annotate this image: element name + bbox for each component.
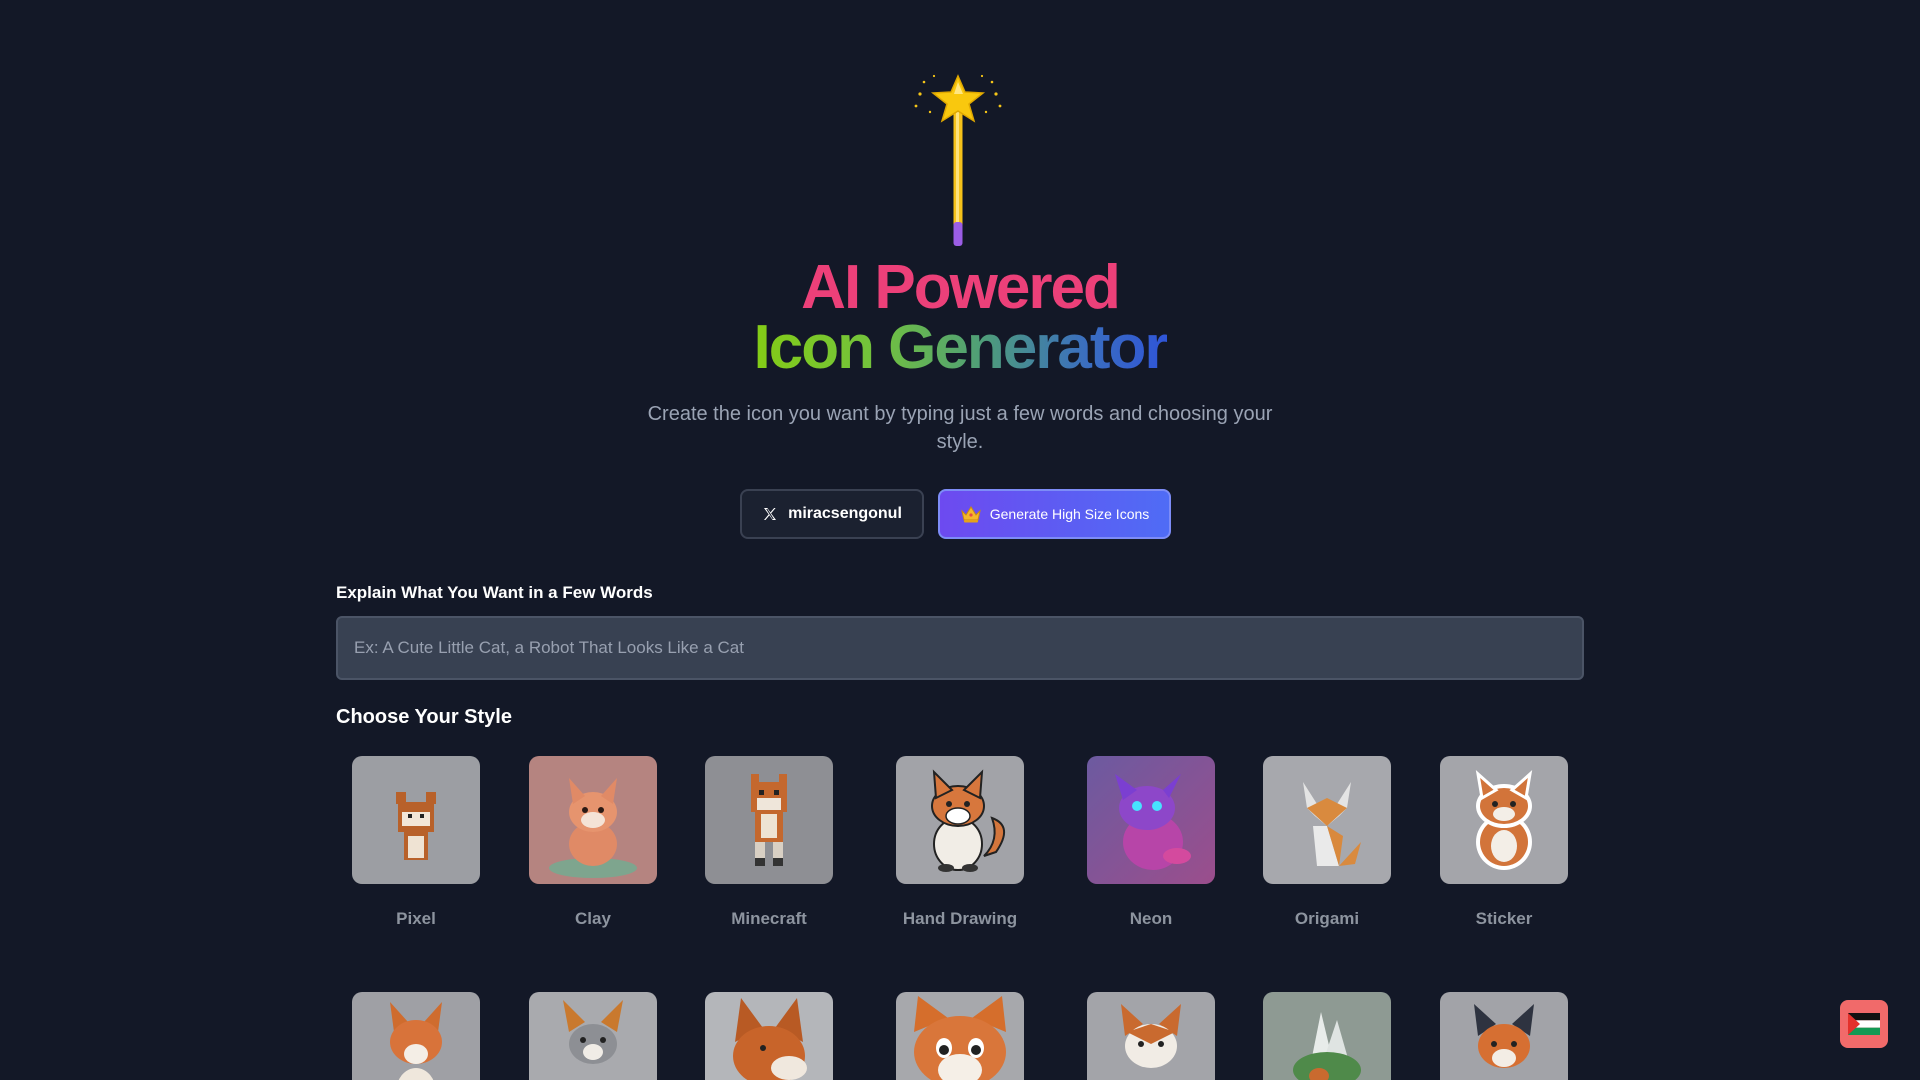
style-option-label: Origami (1294, 909, 1360, 928)
style-option-label: Clay (575, 909, 611, 928)
x-logo-icon (764, 508, 777, 520)
style-option-label: Minecraft (731, 909, 807, 928)
style-option-label: Pixel (396, 909, 436, 928)
hero-title-line2: Icon Generator (753, 313, 1169, 382)
style-preview-image (1087, 756, 1215, 884)
hero-title: AI Powered Icon Generator (0, 253, 1920, 382)
prompt-input[interactable] (336, 616, 1584, 680)
style-option[interactable] (1263, 992, 1391, 1080)
style-option-sticker[interactable]: Sticker (1440, 756, 1568, 929)
twitter-handle: miracsengonul (788, 505, 902, 522)
style-option[interactable] (1087, 992, 1215, 1080)
style-option-label: Neon (1129, 909, 1173, 928)
style-preview-image (352, 756, 480, 884)
palestine-flag-button[interactable] (1840, 1000, 1888, 1048)
style-preview-image (896, 992, 1024, 1080)
style-option-clay[interactable]: Clay (529, 756, 657, 929)
style-preview-image (529, 992, 657, 1080)
style-option[interactable] (705, 992, 833, 1080)
style-option[interactable] (896, 992, 1024, 1080)
generate-high-size-button[interactable]: Generate High Size Icons (938, 489, 1171, 539)
style-preview-image (529, 756, 657, 884)
style-option[interactable] (352, 992, 480, 1080)
prompt-label: Explain What You Want in a Few Words (336, 583, 653, 602)
twitter-profile-button[interactable]: miracsengonul (740, 489, 924, 539)
style-option-neon[interactable]: Neon (1087, 756, 1215, 929)
style-option-origami[interactable]: Origami (1263, 756, 1391, 929)
style-preview-image (1440, 992, 1568, 1080)
page: AI Powered Icon Generator Create the ico… (0, 0, 1920, 1080)
style-preview-image (352, 992, 480, 1080)
style-option[interactable] (529, 992, 657, 1080)
style-option-hand-drawing[interactable]: Hand Drawing (896, 756, 1024, 929)
palestine-flag-icon (1848, 1013, 1880, 1035)
style-option[interactable] (1440, 992, 1568, 1080)
hero-subtitle: Create the icon you want by typing just … (647, 403, 1273, 453)
style-option-minecraft[interactable]: Minecraft (705, 756, 833, 929)
style-preview-image (705, 756, 833, 884)
style-preview-image (1440, 756, 1568, 884)
style-preview-image (705, 992, 833, 1080)
magic-wand-icon (914, 74, 1002, 246)
hero-title-line1: AI Powered (801, 253, 1121, 322)
premium-button-label: Generate High Size Icons (989, 506, 1150, 522)
style-preview-image (1263, 992, 1391, 1080)
style-option-label: Sticker (1475, 909, 1533, 928)
style-option-pixel[interactable]: Pixel (352, 756, 480, 929)
style-preview-image (1263, 756, 1391, 884)
style-option-label: Hand Drawing (902, 909, 1018, 928)
style-preview-image (896, 756, 1024, 884)
style-section-title: Choose Your Style (336, 706, 512, 728)
crown-icon (960, 506, 981, 523)
style-preview-image (1087, 992, 1215, 1080)
